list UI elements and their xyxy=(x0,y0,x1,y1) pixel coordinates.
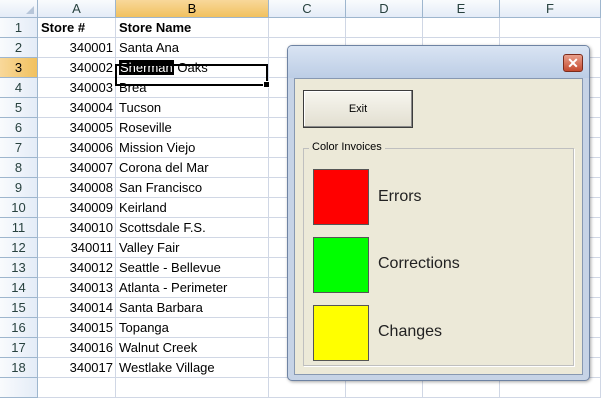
row-header[interactable]: 18 xyxy=(0,358,38,378)
cell-store-name[interactable]: Topanga xyxy=(116,318,269,338)
cell-store-number[interactable]: 340005 xyxy=(38,118,116,138)
corrections-label: Corrections xyxy=(378,255,460,272)
cell-store-number[interactable]: 340007 xyxy=(38,158,116,178)
cell-store-name[interactable]: Santa Barbara xyxy=(116,298,269,318)
errors-color-button[interactable] xyxy=(313,169,369,225)
changes-color-button[interactable] xyxy=(313,305,369,361)
row-header[interactable]: 13 xyxy=(0,258,38,278)
cell-store-number[interactable]: 340011 xyxy=(38,238,116,258)
frame-caption: Color Invoices xyxy=(309,141,385,153)
cell-store-number[interactable]: 340015 xyxy=(38,318,116,338)
cell-store-number[interactable]: 340008 xyxy=(38,178,116,198)
cell-store-name[interactable]: Keirland xyxy=(116,198,269,218)
color-invoices-frame: Color Invoices Errors Corrections Change… xyxy=(303,141,574,366)
column-header-d[interactable]: D xyxy=(346,0,423,18)
cell-store-number[interactable]: 340009 xyxy=(38,198,116,218)
cell-store-name[interactable]: Santa Ana xyxy=(116,38,269,58)
column-header-a[interactable]: A xyxy=(38,0,116,18)
cell-store-name[interactable]: Westlake Village xyxy=(116,358,269,378)
dialog-titlebar[interactable]: ✕ xyxy=(288,46,589,78)
close-icon[interactable]: ✕ xyxy=(563,54,583,72)
cell-store-number[interactable]: 340003 xyxy=(38,78,116,98)
cell-store-name[interactable]: Tucson xyxy=(116,98,269,118)
row-header[interactable]: 2 xyxy=(0,38,38,58)
empty-cell[interactable] xyxy=(269,378,346,398)
cell-store-number[interactable]: 340006 xyxy=(38,138,116,158)
cell-store-number[interactable]: 340010 xyxy=(38,218,116,238)
row-header[interactable]: 14 xyxy=(0,278,38,298)
row-header[interactable] xyxy=(0,378,38,398)
cell-store-name[interactable]: Scottsdale F.S. xyxy=(116,218,269,238)
cell-store-number[interactable]: 340013 xyxy=(38,278,116,298)
changes-label: Changes xyxy=(378,323,443,340)
row-header[interactable]: 4 xyxy=(0,78,38,98)
cell-store-number[interactable]: 340014 xyxy=(38,298,116,318)
corrections-color-button[interactable] xyxy=(313,237,369,293)
cell-a1[interactable]: Store # xyxy=(38,18,116,38)
row-header[interactable]: 11 xyxy=(0,218,38,238)
row-header[interactable]: 17 xyxy=(0,338,38,358)
selected-text: Sherman xyxy=(119,60,174,75)
cell-b1[interactable]: Store Name xyxy=(116,18,269,38)
empty-cell[interactable] xyxy=(423,378,500,398)
empty-cell[interactable] xyxy=(116,378,269,398)
row-header[interactable]: 9 xyxy=(0,178,38,198)
unselected-text: Oaks xyxy=(173,60,208,75)
empty-cell[interactable] xyxy=(500,378,601,398)
cell-store-number[interactable]: 340002 xyxy=(38,58,116,78)
cell-store-name[interactable]: Atlanta - Perimeter xyxy=(116,278,269,298)
cell-store-name[interactable]: Brea xyxy=(116,78,269,98)
row-header[interactable]: 12 xyxy=(0,238,38,258)
cell-store-number[interactable]: 340001 xyxy=(38,38,116,58)
column-header-c[interactable]: C xyxy=(269,0,346,18)
row-header[interactable]: 5 xyxy=(0,98,38,118)
cell-store-number[interactable]: 340017 xyxy=(38,358,116,378)
empty-cell[interactable] xyxy=(346,378,423,398)
cell-store-name[interactable]: San Francisco xyxy=(116,178,269,198)
cell-store-number[interactable]: 340016 xyxy=(38,338,116,358)
row-header[interactable]: 7 xyxy=(0,138,38,158)
row-header[interactable]: 8 xyxy=(0,158,38,178)
cell-store-name-editing[interactable]: Sherman Oaks xyxy=(116,58,269,78)
column-header-b[interactable]: B xyxy=(116,0,269,18)
column-header-e[interactable]: E xyxy=(423,0,500,18)
row-header[interactable]: 6 xyxy=(0,118,38,138)
dialog-body: Exit Color Invoices Errors Corrections C… xyxy=(294,78,583,375)
exit-button[interactable]: Exit xyxy=(303,90,413,128)
empty-cell[interactable] xyxy=(423,18,500,38)
column-header-f[interactable]: F xyxy=(500,0,601,18)
cell-store-name[interactable]: Corona del Mar xyxy=(116,158,269,178)
select-all-corner[interactable] xyxy=(0,0,38,18)
cell-store-name[interactable]: Walnut Creek xyxy=(116,338,269,358)
cell-store-name[interactable]: Roseville xyxy=(116,118,269,138)
row-header[interactable]: 10 xyxy=(0,198,38,218)
row-header[interactable]: 15 xyxy=(0,298,38,318)
cell-store-number[interactable]: 340012 xyxy=(38,258,116,278)
errors-label: Errors xyxy=(378,188,422,205)
color-invoices-dialog: ✕ Exit Color Invoices Errors Corrections… xyxy=(287,45,590,381)
row-header[interactable]: 1 xyxy=(0,18,38,38)
empty-cell[interactable] xyxy=(38,378,116,398)
empty-cell[interactable] xyxy=(269,18,346,38)
cell-store-name[interactable]: Mission Viejo xyxy=(116,138,269,158)
cell-store-name[interactable]: Valley Fair xyxy=(116,238,269,258)
cell-store-number[interactable]: 340004 xyxy=(38,98,116,118)
empty-cell[interactable] xyxy=(346,18,423,38)
cell-store-name[interactable]: Seattle - Bellevue xyxy=(116,258,269,278)
row-header[interactable]: 16 xyxy=(0,318,38,338)
row-header-selected[interactable]: 3 xyxy=(0,58,38,78)
empty-cell[interactable] xyxy=(500,18,601,38)
